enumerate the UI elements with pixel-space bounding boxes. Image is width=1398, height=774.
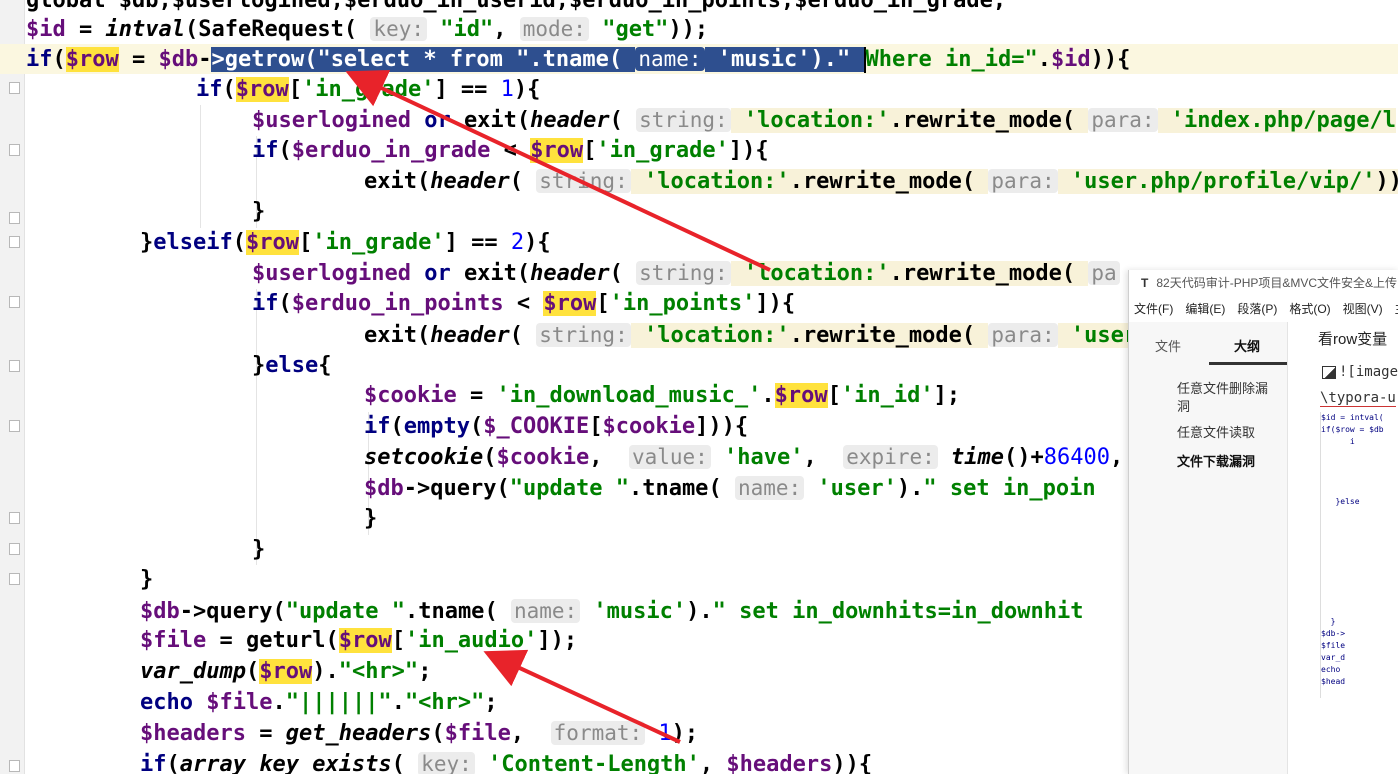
thumb-code-line: $head [1321,677,1346,686]
active-tab-indicator [1209,362,1287,365]
outline-item-file-read[interactable]: 任意文件读取 [1177,424,1277,442]
typora-document[interactable]: 看row变量 ![image \typora-u $id = intval( if… [1288,322,1398,774]
image-icon [1322,365,1336,379]
typora-title: 82天代码审计-PHP项目&MVC文件安全&上传 [1156,276,1398,290]
doc-heading: 看row变量 [1318,331,1388,348]
thumb-code-line: i [1321,437,1355,446]
thumb-code-line: $id = intval( [1321,413,1384,422]
doc-path-link[interactable]: \typora-u [1320,390,1396,407]
thumb-code-line: }else [1321,497,1360,506]
tab-outline[interactable]: 大纲 [1234,336,1260,355]
doc-image-text: ![image [1339,364,1398,380]
thumb-code-line: $db-> [1321,629,1346,638]
thumb-code-line [1321,460,1398,472]
tab-file[interactable]: 文件 [1155,336,1181,355]
thumb-code-line: var_d [1321,653,1346,662]
arrow-to-in-audio [483,649,681,744]
menu-view[interactable]: 视图(V) [1343,302,1383,316]
thumb-code-line [1321,592,1398,604]
typora-window[interactable]: T 82天代码审计-PHP项目&MVC文件安全&上传 文件(F) 编辑(E) 段落(P… [1128,270,1398,774]
thumb-code-line [1321,544,1398,556]
thumb-code-line: } [1321,617,1336,626]
outline-item-file-download[interactable]: 文件下载漏洞 [1177,453,1277,471]
typora-logo-icon: T [1141,276,1149,290]
menu-edit[interactable]: 编辑(E) [1185,302,1225,316]
thumb-code-line [1321,484,1398,496]
thumb-code-line [1321,604,1398,616]
doc-image-line: ![image [1322,364,1398,380]
thumb-code-line: $file [1321,641,1346,650]
menu-format[interactable]: 格式(O) [1289,302,1330,316]
menu-theme[interactable]: 主 [1395,302,1398,316]
menu-file[interactable]: 文件(F) [1134,302,1173,316]
sidebar-tabs: 文件 大纲 [1129,322,1287,365]
thumb-code-line [1321,472,1398,484]
thumb-code-line [1321,568,1398,580]
doc-code-screenshot: $id = intval( if($row = $db i }else } $db-… [1320,412,1398,698]
typora-sidebar: 文件 大纲 任意文件删除漏洞 任意文件读取 文件下载漏洞 [1129,322,1288,774]
thumb-code-line [1321,556,1398,568]
outline-item-file-delete[interactable]: 任意文件删除漏洞 [1177,380,1277,416]
thumb-code-line: echo [1321,665,1341,674]
thumb-code-line [1321,508,1398,520]
thumb-code-line: if($row = $db [1321,425,1384,434]
typora-menubar: 文件(F) 编辑(E) 段落(P) 格式(O) 视图(V) 主 [1129,296,1398,322]
menu-paragraph[interactable]: 段落(P) [1237,302,1277,316]
thumb-code-line [1321,580,1398,592]
arrow-to-getrow [345,70,771,272]
thumb-code-line [1321,520,1398,532]
thumb-code-line [1321,448,1398,460]
typora-titlebar: T 82天代码审计-PHP项目&MVC文件安全&上传 [1129,270,1398,296]
thumb-code-line [1321,532,1398,544]
